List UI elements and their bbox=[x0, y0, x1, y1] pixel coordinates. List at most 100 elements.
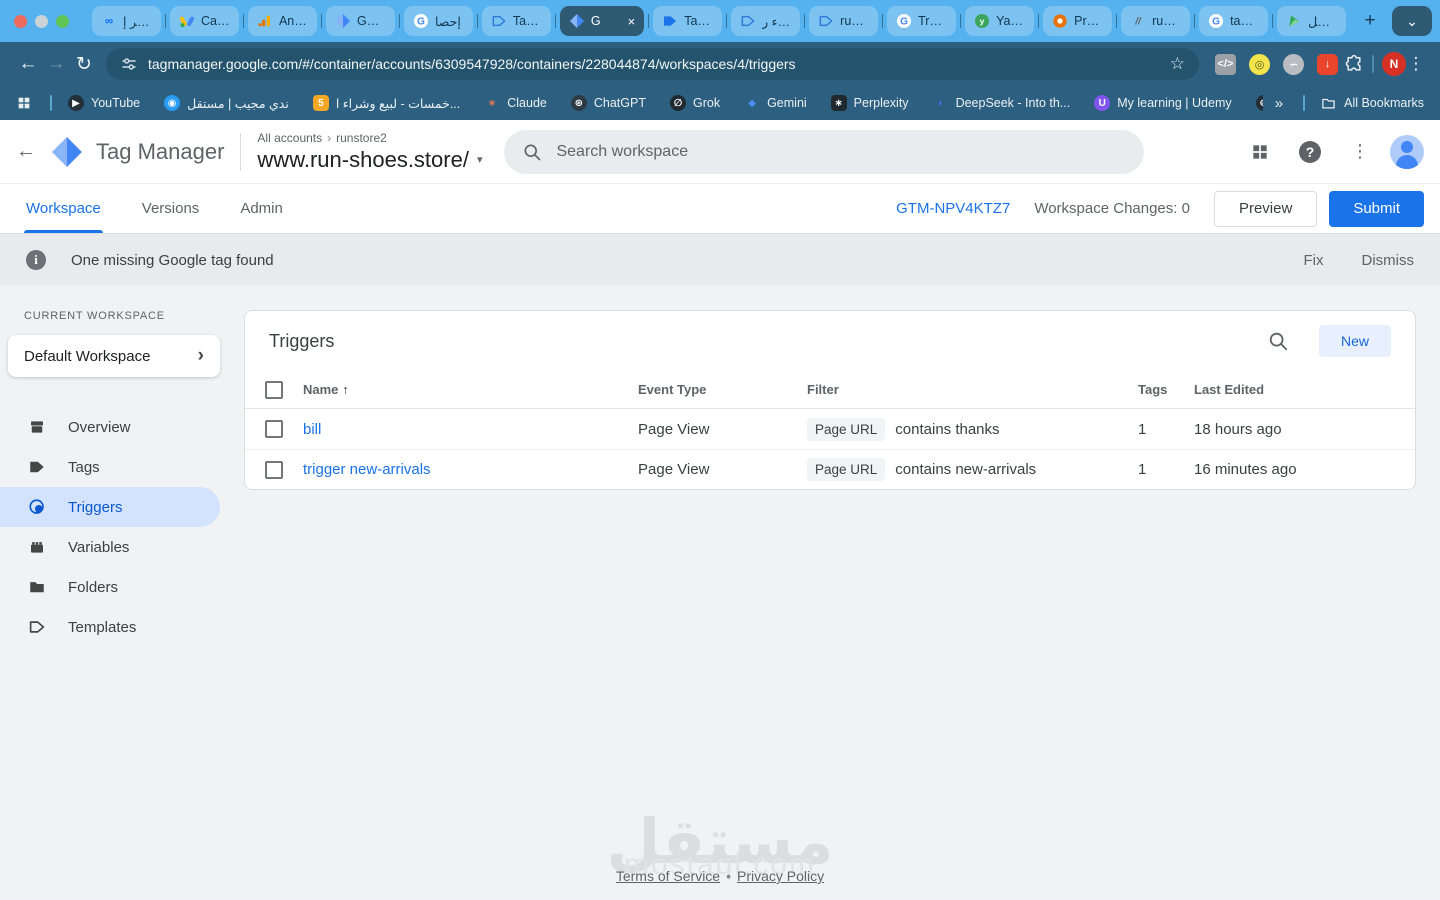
tab-title: runsh bbox=[840, 14, 869, 28]
container-id-link[interactable]: GTM-NPV4KTZ7 bbox=[896, 200, 1010, 217]
breadcrumb-account[interactable]: runstore2 bbox=[336, 131, 387, 145]
nav-tab[interactable]: Versions bbox=[140, 184, 202, 233]
browser-tab[interactable]: مدير إ bbox=[92, 6, 161, 36]
browser-tab[interactable]: Goog bbox=[326, 6, 395, 36]
sidebar-item-label: Overview bbox=[68, 419, 131, 436]
close-tab-icon[interactable]: × bbox=[628, 14, 636, 29]
apps-grid-icon[interactable] bbox=[16, 95, 32, 111]
bookmarks-overflow-chevron[interactable]: » bbox=[1275, 95, 1283, 112]
code-extension-icon[interactable]: </> bbox=[1215, 54, 1236, 75]
bookmark-star-icon[interactable]: ☆ bbox=[1170, 54, 1185, 74]
table-header-row: Name ↑ Event Type Filter Tags Last Edite… bbox=[245, 371, 1415, 409]
bookmark-item[interactable]: ⊕ Learner Home bbox=[1256, 95, 1263, 111]
sidebar: CURRENT WORKSPACE Default Workspace › Ov… bbox=[0, 286, 240, 900]
nav-tab[interactable]: Admin bbox=[238, 184, 285, 233]
downloader-extension-icon[interactable]: ↓ bbox=[1317, 54, 1338, 75]
row-checkbox[interactable] bbox=[265, 461, 283, 479]
sidebar-item[interactable]: Folders bbox=[0, 567, 220, 607]
preview-button[interactable]: Preview bbox=[1214, 191, 1317, 227]
help-icon[interactable]: ? bbox=[1290, 132, 1330, 172]
bookmark-item[interactable]: ◉ ندي مجيب | مستقل bbox=[164, 95, 289, 111]
trigger-name-link[interactable]: trigger new-arrivals bbox=[303, 461, 638, 478]
extensions-puzzle-icon[interactable] bbox=[1344, 54, 1364, 74]
address-bar[interactable]: tagmanager.google.com/#/container/accoun… bbox=[106, 48, 1199, 80]
terms-of-service-link[interactable]: Terms of Service bbox=[616, 868, 720, 884]
browser-menu-icon[interactable]: ⋮ bbox=[1406, 54, 1426, 74]
close-window-button[interactable] bbox=[14, 15, 27, 28]
site-settings-icon[interactable] bbox=[120, 55, 138, 73]
browser-profile-avatar[interactable]: N bbox=[1382, 52, 1406, 76]
browser-tab[interactable]: runsh bbox=[809, 6, 878, 36]
column-header-last-edited[interactable]: Last Edited bbox=[1194, 382, 1415, 397]
more-options-icon[interactable]: ⋮ bbox=[1340, 132, 1380, 172]
sidebar-item[interactable]: Variables bbox=[0, 527, 220, 567]
browser-tab[interactable]: Proje bbox=[1043, 6, 1112, 36]
nav-tab[interactable]: Workspace bbox=[24, 184, 103, 233]
workspace-nav: Workspace Versions Admin GTM-NPV4KTZ7 Wo… bbox=[0, 184, 1440, 234]
browser-tab[interactable]: runsh bbox=[1121, 6, 1190, 36]
bookmark-label: خمسات - لبيع وشراء ا... bbox=[336, 96, 460, 111]
google-apps-grid-icon[interactable] bbox=[1240, 132, 1280, 172]
minimize-window-button[interactable] bbox=[35, 15, 48, 28]
bookmark-item[interactable]: ⊛ ChatGPT bbox=[571, 95, 646, 111]
breadcrumb-all-accounts[interactable]: All accounts bbox=[257, 131, 322, 145]
new-trigger-button[interactable]: New bbox=[1319, 325, 1391, 357]
browser-tab-bar: مدير إ Camp Analy Goog bbox=[0, 0, 1440, 42]
row-checkbox[interactable] bbox=[265, 420, 283, 438]
trigger-name-link[interactable]: bill bbox=[303, 421, 638, 438]
sidebar-item[interactable]: Tags bbox=[0, 447, 220, 487]
tab-search-button[interactable]: ⌄ bbox=[1392, 6, 1432, 36]
bookmark-item[interactable]: ▶ YouTube bbox=[68, 95, 140, 111]
column-header-name[interactable]: Name ↑ bbox=[303, 382, 638, 397]
tag-icon bbox=[740, 13, 756, 29]
forward-button[interactable]: → bbox=[42, 50, 70, 78]
tab-title: إحصا bbox=[435, 14, 464, 29]
column-header-event-type[interactable]: Event Type bbox=[638, 382, 807, 397]
gtm-back-button[interactable]: ← bbox=[16, 140, 44, 163]
browser-tab[interactable]: Camp bbox=[170, 6, 239, 36]
bookmark-item[interactable]: U My learning | Udemy bbox=[1094, 95, 1231, 111]
bookmarks-separator bbox=[1303, 95, 1305, 111]
bookmark-item[interactable]: 5 خمسات - لبيع وشراء ا... bbox=[313, 95, 460, 111]
browser-tab[interactable]: Analy bbox=[248, 6, 317, 36]
reload-button[interactable]: ↻ bbox=[70, 50, 98, 78]
workspace-selector-card[interactable]: Default Workspace › bbox=[8, 335, 220, 377]
new-tab-button[interactable]: + bbox=[1356, 7, 1384, 35]
browser-tab[interactable]: Tag A bbox=[653, 6, 722, 36]
browser-tab[interactable]: Yanfa bbox=[965, 6, 1034, 36]
back-button[interactable]: ← bbox=[14, 50, 42, 78]
round-yellow-extension-icon[interactable]: ◎ bbox=[1249, 54, 1270, 75]
fix-button[interactable]: Fix bbox=[1304, 252, 1324, 269]
privacy-policy-link[interactable]: Privacy Policy bbox=[737, 868, 824, 884]
browser-tab[interactable]: أفضل bbox=[1277, 6, 1346, 36]
browser-tab[interactable]: tag m bbox=[1199, 6, 1268, 36]
account-avatar[interactable] bbox=[1390, 135, 1424, 169]
sidebar-item[interactable]: Templates bbox=[0, 607, 220, 647]
workspace-search-input[interactable]: Search workspace bbox=[504, 130, 1144, 174]
round-gray-extension-icon[interactable]: ∽ bbox=[1283, 54, 1304, 75]
zoom-window-button[interactable] bbox=[56, 15, 69, 28]
browser-tab[interactable]: Tag A bbox=[482, 6, 551, 36]
browser-tab[interactable]: إحصا bbox=[404, 6, 473, 36]
all-bookmarks-button[interactable]: All Bookmarks bbox=[1321, 96, 1424, 111]
container-selector[interactable]: www.run-shoes.store/ ▾ bbox=[257, 147, 482, 173]
browser-tab[interactable]: حذاء ر bbox=[731, 6, 800, 36]
tags-count-cell: 1 bbox=[1138, 421, 1194, 438]
column-header-tags[interactable]: Tags bbox=[1138, 382, 1194, 397]
browser-tab[interactable]: Troub bbox=[887, 6, 956, 36]
tab-title: Tag A bbox=[513, 14, 542, 28]
bookmark-item[interactable]: ◗ DeepSeek - Into th... bbox=[933, 95, 1071, 111]
search-icon[interactable] bbox=[1267, 330, 1289, 352]
select-all-checkbox[interactable] bbox=[265, 381, 283, 399]
submit-button[interactable]: Submit bbox=[1329, 191, 1424, 227]
bookmark-item[interactable]: ∗ Claude bbox=[484, 95, 547, 111]
browser-tab[interactable]: G × bbox=[560, 6, 644, 36]
bookmark-item[interactable]: ◆ Gemini bbox=[744, 95, 807, 111]
bookmark-item[interactable]: ∗ Perplexity bbox=[831, 95, 909, 111]
dismiss-button[interactable]: Dismiss bbox=[1362, 252, 1415, 269]
sidebar-item[interactable]: Triggers bbox=[0, 487, 220, 527]
sidebar-item[interactable]: Overview bbox=[0, 407, 220, 447]
bookmark-item[interactable]: ∅ Grok bbox=[670, 95, 720, 111]
column-header-filter[interactable]: Filter bbox=[807, 382, 1138, 397]
tab-title: Goog bbox=[357, 14, 386, 28]
